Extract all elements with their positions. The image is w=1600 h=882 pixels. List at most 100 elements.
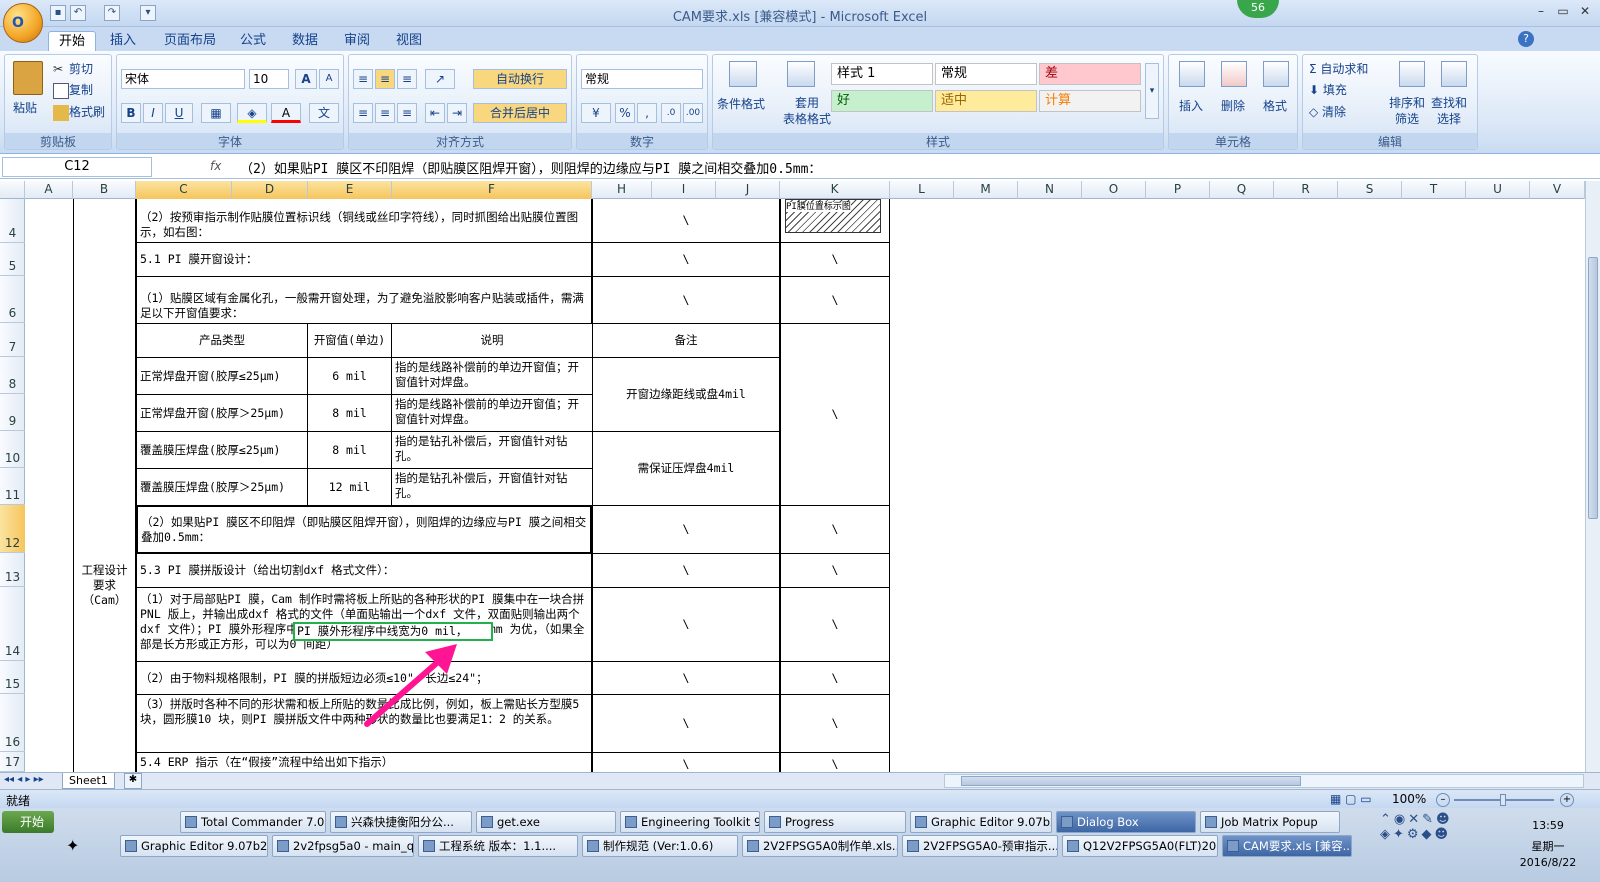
row-header-10[interactable]: 10 (0, 431, 25, 468)
column-header-f[interactable]: F (392, 181, 592, 199)
insert-cells-button[interactable]: 插入 (1179, 97, 1203, 114)
align-right-button[interactable]: ≡ (397, 103, 417, 123)
align-middle-button[interactable]: ≡ (375, 69, 395, 89)
cell-c4[interactable]: （2）按预审指示制作贴膜位置标识线（铜线或丝印字符线），同时抓图给出贴膜位置图示… (136, 199, 592, 243)
cell-h16[interactable]: \ (592, 694, 780, 753)
cell-c9[interactable]: 正常焊盘开窗(胶厚＞25μm) (136, 394, 308, 432)
cell-k4[interactable]: PI膜位置标示图 (780, 199, 890, 243)
taskbar-item-16[interactable]: CAM要求.xls [兼容... (1222, 835, 1352, 857)
cell-c10[interactable]: 覆盖膜压焊盘(胶厚≤25μm) (136, 431, 308, 469)
column-header-j[interactable]: J (716, 181, 780, 199)
column-header-t[interactable]: T (1402, 181, 1466, 199)
tab-home[interactable]: 开始 (48, 31, 97, 51)
taskbar-item-9[interactable]: Graphic Editor 9.07b2 (... (120, 835, 268, 857)
wrap-text-button[interactable]: 自动换行 (473, 69, 567, 89)
taskbar-item-6[interactable]: Graphic Editor 9.07b2 ... (910, 811, 1052, 833)
tab-page-layout[interactable]: 页面布局 (154, 31, 226, 51)
system-tray-icons[interactable]: ⌃◉✕✎☻ ◈✦⚙◆☻ (1380, 812, 1490, 856)
cell-c13[interactable]: 5.3 PI 膜拼版设计（给出切割dxf 格式文件）： (136, 553, 592, 588)
style-cell-2[interactable]: 常规 (935, 63, 1037, 85)
taskbar-item-12[interactable]: 制作规范 (Ver:1.0.6) (582, 835, 738, 857)
cell-f8[interactable]: 指的是线路补偿前的单边开窗值；开窗值针对焊盘。 (391, 357, 593, 395)
currency-button[interactable]: ¥ (581, 103, 611, 123)
column-header-q[interactable]: Q (1210, 181, 1274, 199)
format-as-table-button[interactable]: 套用 表格格式 (783, 95, 831, 127)
table-header-type[interactable]: 产品类型 (136, 323, 308, 358)
autosum-button[interactable]: Σ 自动求和 (1309, 60, 1368, 77)
new-sheet-icon[interactable]: ✱ (124, 773, 142, 789)
delete-cells-button[interactable]: 删除 (1221, 97, 1245, 114)
cell-k16[interactable]: \ (780, 694, 890, 753)
cell-f10[interactable]: 指的是钻孔补偿后，开窗值针对钻孔。 (391, 431, 593, 469)
taskbar-item-1[interactable]: Total Commander 7.0 ... (180, 811, 326, 833)
column-header-p[interactable]: P (1146, 181, 1210, 199)
taskbar-item-13[interactable]: 2V2FPSG5A0制作单.xls... (742, 835, 898, 857)
cell-f11[interactable]: 指的是钻孔补偿后，开窗值针对钻孔。 (391, 468, 593, 506)
taskbar-item-4[interactable]: Engineering Toolkit 9.... (620, 811, 760, 833)
row-header-8[interactable]: 8 (0, 357, 25, 394)
minimize-icon[interactable]: – (1530, 4, 1552, 20)
row-header-9[interactable]: 9 (0, 394, 25, 431)
shrink-font-button[interactable]: A (319, 69, 339, 89)
undo-icon[interactable]: ↶ (70, 5, 86, 21)
copy-button[interactable]: 复制 (53, 81, 93, 99)
column-header-k[interactable]: K (780, 181, 890, 199)
comma-button[interactable]: , (637, 103, 657, 123)
view-buttons[interactable]: ▦ ▢ ▭ (1330, 792, 1372, 806)
office-button[interactable]: O (3, 3, 43, 43)
row-header-5[interactable]: 5 (0, 243, 25, 276)
row-header-16[interactable]: 16 (0, 694, 25, 752)
style-cell-3[interactable]: 差 (1039, 63, 1141, 85)
align-left-button[interactable]: ≡ (353, 103, 373, 123)
scroll-thumb[interactable] (1588, 257, 1598, 519)
table-header-desc[interactable]: 说明 (391, 323, 593, 358)
column-header-o[interactable]: O (1082, 181, 1146, 199)
borders-button[interactable]: ▦ (201, 103, 231, 123)
cell-k5[interactable]: \ (780, 242, 890, 277)
decrease-decimal-button[interactable]: .00 (683, 103, 703, 123)
table-header-value[interactable]: 开窗值(单边) (307, 323, 392, 358)
cell-h13[interactable]: \ (592, 553, 780, 588)
font-name-select[interactable]: 宋体 (121, 69, 245, 89)
cell-k17[interactable]: \ (780, 752, 890, 772)
taskbar-item-3[interactable]: get.exe (476, 811, 616, 833)
orientation-button[interactable]: ↗ (425, 69, 455, 89)
number-format-select[interactable]: 常规 (581, 69, 703, 89)
row-header-17[interactable]: 17 (0, 752, 25, 772)
column-header-i[interactable]: I (652, 181, 716, 199)
taskbar-item-10[interactable]: 2v2fpsg5a0 - main_qa (272, 835, 414, 857)
align-bottom-button[interactable]: ≡ (397, 69, 417, 89)
sort-filter-button[interactable]: 排序和 筛选 (1389, 95, 1425, 127)
select-all-corner[interactable] (0, 181, 25, 199)
name-box[interactable]: C12 (2, 157, 152, 177)
row-header-13[interactable]: 13 (0, 553, 25, 587)
cell-k15[interactable]: \ (780, 661, 890, 695)
underline-button[interactable]: U (165, 103, 193, 123)
cell-c12-selected[interactable]: （2）如果贴PI 膜区不印阻焊（即贴膜区阻焊开窗），则阻焊的边缘应与PI 膜之间… (136, 505, 592, 554)
style-cell-4[interactable]: 好 (831, 90, 933, 112)
format-cells-button[interactable]: 格式 (1263, 97, 1287, 114)
tab-insert[interactable]: 插入 (100, 31, 146, 51)
clear-button[interactable]: ◇ 清除 (1309, 103, 1346, 120)
formula-input[interactable]: （2）如果贴PI 膜区不印阻焊（即贴膜区阻焊开窗），则阻焊的边缘应与PI 膜之间… (240, 158, 821, 177)
column-header-s[interactable]: S (1338, 181, 1402, 199)
taskbar-item-14[interactable]: 2V2FPSG5A0-预审指示... (902, 835, 1058, 857)
cell-c5[interactable]: 5.1 PI 膜开窗设计： (136, 242, 592, 277)
find-select-button[interactable]: 查找和 选择 (1431, 95, 1467, 127)
cell-b-merged[interactable]: 工程设计要求（Cam） (73, 199, 136, 772)
sheet-tab-sheet1[interactable]: Sheet1 (62, 773, 115, 789)
italic-button[interactable]: I (143, 103, 163, 123)
clock-time[interactable]: 13:59 (1500, 819, 1596, 832)
paste-button[interactable]: 粘贴 (13, 99, 37, 116)
restore-icon[interactable]: ▭ (1552, 4, 1574, 20)
tab-formulas[interactable]: 公式 (230, 31, 276, 51)
h-scroll-thumb[interactable] (961, 776, 1301, 786)
column-header-b[interactable]: B (73, 181, 136, 199)
cell-h6[interactable]: \ (592, 276, 780, 324)
tab-view[interactable]: 视图 (386, 31, 432, 51)
column-header-h[interactable]: H (592, 181, 652, 199)
zoom-in-icon[interactable]: + (1560, 793, 1574, 807)
column-header-a[interactable]: A (25, 181, 73, 199)
fill-button[interactable]: ⬇ 填充 (1309, 81, 1347, 98)
cell-k7-11[interactable]: \ (780, 323, 890, 506)
